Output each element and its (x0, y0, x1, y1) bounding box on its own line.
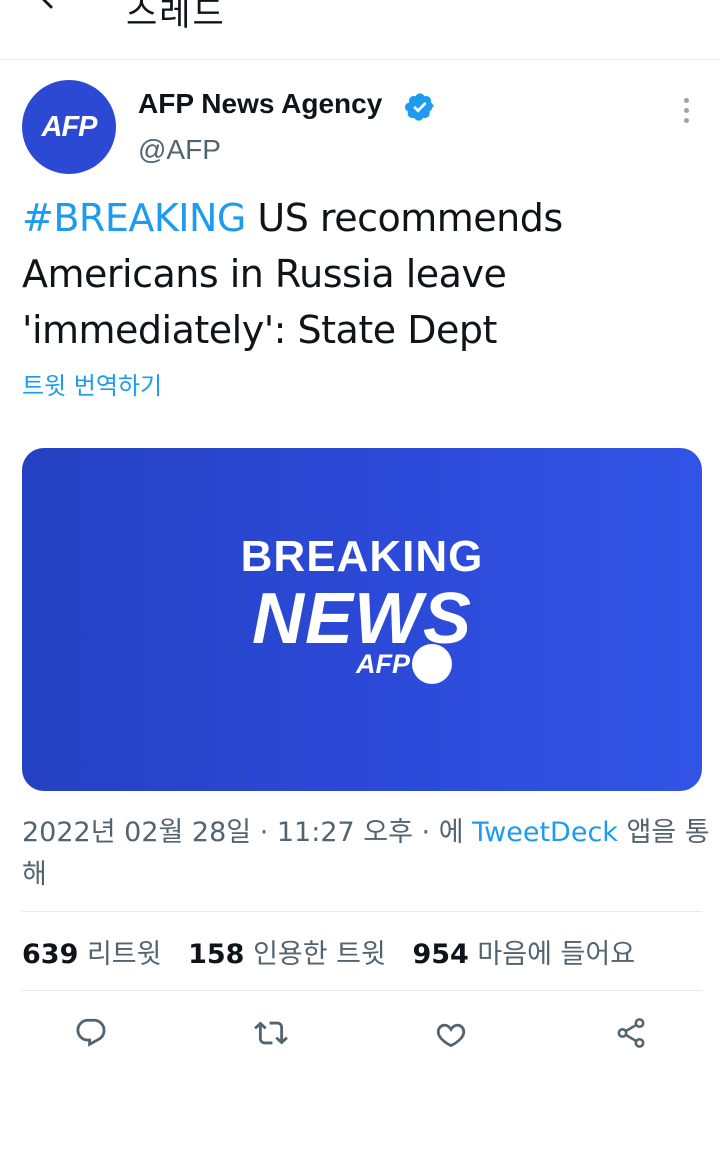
media-breaking-text: BREAKING (240, 532, 484, 581)
reply-button[interactable] (71, 1013, 111, 1053)
retweet-button[interactable] (251, 1013, 291, 1053)
retweets-count: 639 (22, 939, 79, 970)
author-name[interactable]: AFP News Agency (138, 88, 382, 120)
logo-circle (412, 644, 452, 684)
likes-count: 954 (412, 939, 469, 970)
tweet-time[interactable]: 11:27 오후 (277, 817, 413, 848)
page-title: 스레드 (126, 0, 226, 34)
arrow-left-icon (42, 0, 53, 9)
source-link[interactable]: TweetDeck (472, 817, 618, 848)
retweets-stat[interactable]: 639 리트윗 (22, 939, 162, 970)
likes-label: 마음에 들어요 (477, 939, 636, 970)
tweet-date[interactable]: 2022년 02월 28일 (22, 817, 251, 848)
share-icon (617, 1018, 645, 1048)
hashtag-link[interactable]: #BREAKING (22, 196, 246, 240)
engagement-stats: 639 리트윗 158 인용한 트윗 954 마음에 들어요 (22, 932, 635, 971)
retweets-label: 리트윗 (86, 939, 162, 970)
like-button[interactable] (431, 1013, 471, 1053)
separator: · (251, 817, 277, 848)
separator: · 에 (412, 817, 473, 848)
divider (22, 911, 702, 912)
quotes-count: 158 (188, 939, 245, 970)
tweet-timestamp: 2022년 02월 28일 · 11:27 오후 · 에 TweetDeck 앱… (22, 812, 712, 896)
translate-tweet-link[interactable]: 트윗 번역하기 (22, 366, 162, 401)
likes-stat[interactable]: 954 마음에 들어요 (412, 939, 635, 970)
more-options-button[interactable] (668, 92, 704, 128)
share-button[interactable] (611, 1013, 651, 1053)
author-handle[interactable]: @AFP (138, 134, 221, 166)
tweet-text: #BREAKING US recommends Americans in Rus… (22, 190, 702, 358)
afp-logo: AFP (356, 644, 452, 684)
back-button[interactable] (28, 0, 76, 22)
verified-badge-icon (405, 93, 434, 121)
divider (22, 990, 702, 991)
retweet-icon (254, 1021, 288, 1045)
quotes-label: 인용한 트윗 (253, 939, 386, 970)
top-nav-bar: 스레드 (0, 0, 720, 60)
reply-icon (76, 1018, 106, 1047)
avatar-label: AFP (41, 110, 98, 143)
more-dot (683, 117, 689, 123)
media-logo-text: AFP (356, 648, 410, 679)
avatar[interactable]: AFP (22, 80, 116, 174)
more-dot (683, 97, 689, 103)
tweet-media-image[interactable]: BREAKING NEWS AFP (22, 448, 702, 791)
quotes-stat[interactable]: 158 인용한 트윗 (188, 939, 386, 970)
more-dot (683, 107, 689, 113)
heart-icon (436, 1023, 466, 1048)
